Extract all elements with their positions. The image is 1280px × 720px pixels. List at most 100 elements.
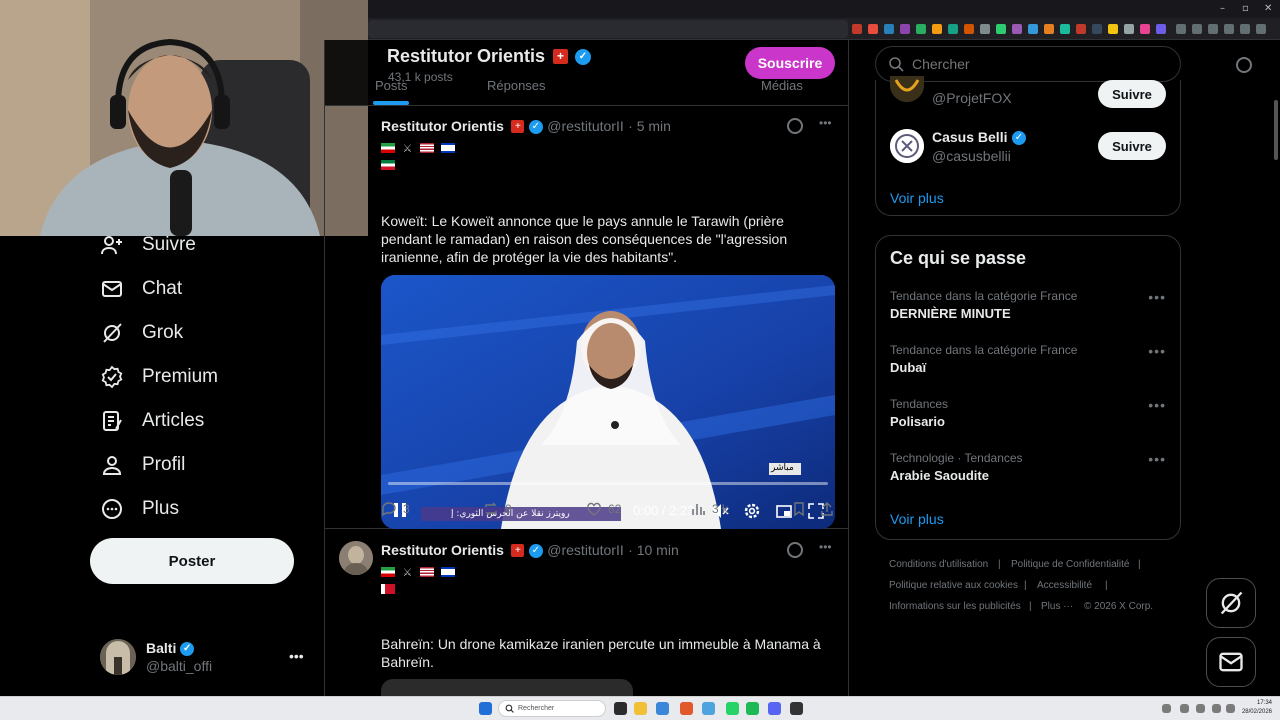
extension-icon[interactable] <box>1092 24 1102 34</box>
block-icon[interactable] <box>787 118 803 134</box>
sidebar-item-articles[interactable]: Articles <box>100 406 204 436</box>
extension-icon[interactable] <box>868 24 878 34</box>
trend-name[interactable]: Polisario <box>890 414 945 429</box>
sidebar-toggle-icon[interactable] <box>1208 24 1218 34</box>
close-window-icon[interactable]: ✕ <box>1264 3 1272 14</box>
trend-more-icon[interactable]: ••• <box>1148 397 1166 413</box>
account-more-icon[interactable]: ••• <box>289 648 304 664</box>
trend-more-icon[interactable]: ••• <box>1148 343 1166 359</box>
sidebar-item-premium[interactable]: Premium <box>100 362 218 392</box>
see-more-link[interactable]: Voir plus <box>890 190 944 206</box>
extension-icon[interactable] <box>948 24 958 34</box>
spotify-icon[interactable] <box>746 702 759 715</box>
library-icon[interactable] <box>1192 24 1202 34</box>
block-icon[interactable] <box>1236 57 1252 73</box>
share-button[interactable] <box>819 501 835 517</box>
avatar[interactable] <box>100 639 136 675</box>
footer-terms-link[interactable]: Conditions d'utilisation <box>889 559 988 570</box>
app-icon[interactable] <box>702 702 715 715</box>
extension-icon[interactable] <box>884 24 894 34</box>
trend-more-icon[interactable]: ••• <box>1148 289 1166 305</box>
shield-icon[interactable] <box>1240 24 1250 34</box>
tab-media[interactable]: Médias <box>761 78 803 93</box>
tweet-author[interactable]: Restitutor Orientis + ✓ @restitutorII · … <box>381 118 671 136</box>
extension-icon[interactable] <box>1156 24 1166 34</box>
trend-name[interactable]: DERNIÈRE MINUTE <box>890 306 1011 321</box>
extension-icon[interactable] <box>1060 24 1070 34</box>
tweet-more-icon[interactable]: ••• <box>819 116 832 130</box>
task-view-icon[interactable] <box>614 702 627 715</box>
avatar[interactable] <box>890 129 924 163</box>
tab-replies[interactable]: Réponses <box>487 78 546 93</box>
discord-icon[interactable] <box>768 702 781 715</box>
tweet-media[interactable] <box>381 679 633 696</box>
clock[interactable]: 17:34 28/02/2026 <box>1240 699 1272 717</box>
extension-icon[interactable] <box>1108 24 1118 34</box>
avatar[interactable] <box>339 541 373 575</box>
windows-start-icon[interactable] <box>479 702 492 715</box>
trend-more-icon[interactable]: ••• <box>1148 451 1166 467</box>
extension-icon[interactable] <box>1028 24 1038 34</box>
tweet[interactable]: Restitutor Orientis + ✓ @restitutorII · … <box>325 106 848 529</box>
grok-button[interactable] <box>1206 578 1256 628</box>
sidebar-item-profil[interactable]: Profil <box>100 450 185 480</box>
reply-button[interactable]: 3 <box>381 501 410 517</box>
sidebar-item-chat[interactable]: Chat <box>100 274 182 304</box>
extension-icon[interactable] <box>916 24 926 34</box>
file-explorer-icon[interactable] <box>634 702 647 715</box>
menu-icon[interactable] <box>1256 24 1266 34</box>
extension-icon[interactable] <box>980 24 990 34</box>
repost-button[interactable]: 9 <box>483 501 512 517</box>
scrollbar-thumb[interactable] <box>1274 100 1278 160</box>
tray-icon[interactable] <box>1162 704 1171 713</box>
account-icon[interactable] <box>1224 24 1234 34</box>
restore-icon[interactable]: ▫ <box>1242 3 1249 14</box>
extension-icon[interactable] <box>852 24 862 34</box>
extension-icon[interactable] <box>1124 24 1134 34</box>
footer-privacy-link[interactable]: Politique de Confidentialité <box>1011 559 1129 570</box>
extension-icon[interactable] <box>1140 24 1150 34</box>
like-button[interactable]: 62 <box>586 501 621 517</box>
tab-posts[interactable]: Posts <box>375 78 408 93</box>
app-icon[interactable] <box>790 702 803 715</box>
app-icon[interactable] <box>656 702 669 715</box>
volume-icon[interactable] <box>1226 704 1235 713</box>
footer-ads-link[interactable]: Informations sur les publicités <box>889 601 1021 612</box>
sidebar-item-plus[interactable]: Plus <box>100 494 179 524</box>
messages-button[interactable] <box>1206 637 1256 687</box>
whatsapp-icon[interactable] <box>726 702 739 715</box>
tweet-more-icon[interactable]: ••• <box>819 540 832 554</box>
extension-icon[interactable] <box>1044 24 1054 34</box>
extension-icon[interactable] <box>964 24 974 34</box>
sidebar-item-suivre[interactable]: Suivre <box>100 230 196 260</box>
network-icon[interactable] <box>1212 704 1221 713</box>
brave-browser-icon[interactable] <box>680 702 693 715</box>
extension-icon[interactable] <box>932 24 942 34</box>
extension-icon[interactable] <box>996 24 1006 34</box>
trend-name[interactable]: Dubaï <box>890 360 926 375</box>
tweet[interactable]: Restitutor Orientis + ✓ @restitutorII · … <box>325 529 848 696</box>
views-button[interactable]: 3 k <box>690 501 728 517</box>
trends-see-more-link[interactable]: Voir plus <box>890 511 944 527</box>
sidebar-item-grok[interactable]: Grok <box>100 318 183 348</box>
avatar[interactable] <box>890 76 924 102</box>
video-player[interactable]: مباشر رويترز نقلا عن الحرس الثوري: إ 0:0… <box>381 275 835 529</box>
follow-button[interactable]: Suivre <box>1098 80 1166 108</box>
post-button[interactable]: Poster <box>90 538 294 584</box>
footer-more-link[interactable]: Plus ··· <box>1041 601 1073 612</box>
taskbar-search[interactable]: Rechercher <box>498 700 606 717</box>
trend-name[interactable]: Arabie Saoudite <box>890 468 989 483</box>
video-progress-bar[interactable] <box>388 482 828 485</box>
download-icon[interactable] <box>1176 24 1186 34</box>
follow-button[interactable]: Suivre <box>1098 132 1166 160</box>
tweet-author[interactable]: Restitutor Orientis + ✓ @restitutorII · … <box>381 542 679 560</box>
search-input[interactable] <box>912 56 1162 72</box>
address-bar[interactable] <box>368 20 848 38</box>
extension-icon[interactable] <box>1076 24 1086 34</box>
extension-icon[interactable] <box>900 24 910 34</box>
footer-accessibility-link[interactable]: Accessibilité <box>1037 580 1092 591</box>
subscribe-button[interactable]: Souscrire <box>745 47 835 79</box>
extension-icon[interactable] <box>1012 24 1022 34</box>
footer-cookies-link[interactable]: Politique relative aux cookies <box>889 580 1018 591</box>
block-icon[interactable] <box>787 542 803 558</box>
